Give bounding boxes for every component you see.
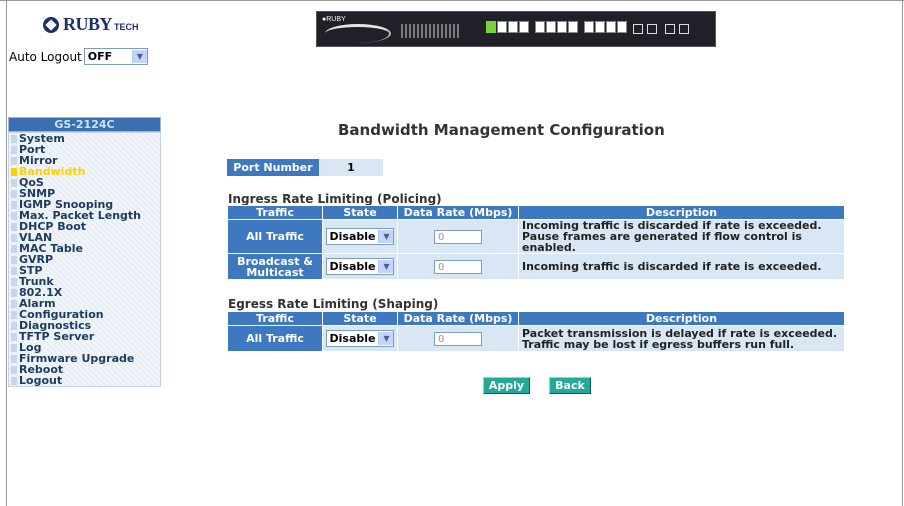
egress-table: Traffic State Data Rate (Mbps) Descripti… bbox=[227, 311, 845, 352]
sfp-port-2 bbox=[647, 24, 657, 34]
description-line: Packet transmission is delayed if rate i… bbox=[522, 326, 838, 340]
state-select[interactable]: Disable ▼ bbox=[325, 330, 395, 347]
state-select-value: Disable bbox=[329, 260, 376, 273]
header-traffic: Traffic bbox=[228, 312, 322, 325]
device-led-panel bbox=[401, 24, 461, 38]
logo-sub-text: TECH bbox=[114, 22, 139, 32]
device-swoosh bbox=[325, 24, 391, 43]
egress-section-title: Egress Rate Limiting (Shaping) bbox=[228, 297, 439, 311]
description-line: Traffic may be lost if egress buffers ru… bbox=[522, 337, 795, 351]
apply-button[interactable]: Apply bbox=[483, 377, 530, 394]
chevron-down-icon[interactable]: ▼ bbox=[378, 260, 394, 273]
port-group-2 bbox=[535, 21, 578, 33]
header-state: State bbox=[323, 312, 397, 325]
frame-top-border bbox=[0, 0, 904, 1]
frame-left-border bbox=[6, 0, 7, 506]
chevron-down-icon[interactable]: ▼ bbox=[378, 332, 394, 345]
sidebar-item-logout[interactable]: Logout bbox=[9, 375, 160, 386]
header-state: State bbox=[323, 206, 397, 219]
table-row: All Traffic Disable ▼ 0 Incoming traffic… bbox=[228, 220, 844, 253]
sidebar: GS-2124C System Port Mirror Bandwidth QoS SNM… bbox=[8, 117, 161, 387]
port-number-row: Port Number 1 bbox=[227, 159, 383, 176]
rate-cell: 0 bbox=[398, 220, 518, 253]
auto-logout-label: Auto Logout bbox=[9, 49, 82, 64]
chevron-down-icon[interactable]: ▼ bbox=[378, 230, 394, 243]
port-number-value: 1 bbox=[319, 159, 383, 176]
state-cell: Disable ▼ bbox=[323, 326, 397, 351]
state-select-value: Disable bbox=[329, 332, 376, 345]
rate-cell: 0 bbox=[398, 254, 518, 279]
switch-front-panel-image: ●RUBY bbox=[316, 11, 716, 47]
header-data-rate: Data Rate (Mbps) bbox=[398, 206, 518, 219]
sidebar-menu: System Port Mirror Bandwidth QoS SNMP IGMP Sno… bbox=[8, 132, 161, 387]
port-group-1 bbox=[497, 21, 529, 33]
auto-logout-value: OFF bbox=[87, 50, 113, 63]
header-data-rate: Data Rate (Mbps) bbox=[398, 312, 518, 325]
port-group-3 bbox=[584, 21, 627, 33]
logo-text: RUBY bbox=[63, 14, 113, 34]
traffic-cell: All Traffic bbox=[228, 220, 322, 253]
brand-logo: RUBY TECH bbox=[43, 14, 139, 35]
state-cell: Disable ▼ bbox=[323, 254, 397, 279]
state-select[interactable]: Disable ▼ bbox=[325, 228, 395, 245]
chevron-down-icon[interactable]: ▼ bbox=[131, 50, 147, 63]
page-title: Bandwidth Management Configuration bbox=[338, 121, 665, 139]
device-brand-mark: ●RUBY bbox=[322, 16, 346, 23]
sfp-port-3 bbox=[665, 24, 675, 34]
description-cell: Incoming traffic is discarded if rate is… bbox=[519, 254, 844, 279]
ingress-section-title: Ingress Rate Limiting (Policing) bbox=[228, 192, 442, 206]
state-select-value: Disable bbox=[329, 230, 376, 243]
rate-cell: 0 bbox=[398, 326, 518, 351]
table-header-row: Traffic State Data Rate (Mbps) Descripti… bbox=[228, 206, 844, 219]
header-description: Description bbox=[519, 312, 844, 325]
traffic-cell: Broadcast & Multicast bbox=[228, 254, 322, 279]
data-rate-input[interactable]: 0 bbox=[434, 229, 482, 244]
sidebar-title: GS-2124C bbox=[8, 117, 161, 132]
sfp-port-4 bbox=[679, 24, 689, 34]
description-cell: Packet transmission is delayed if rate i… bbox=[519, 326, 844, 351]
state-cell: Disable ▼ bbox=[323, 220, 397, 253]
header-description: Description bbox=[519, 206, 844, 219]
traffic-cell: All Traffic bbox=[228, 326, 322, 351]
back-button[interactable]: Back bbox=[549, 377, 591, 394]
traffic-line: Multicast bbox=[246, 265, 304, 279]
table-row: Broadcast & Multicast Disable ▼ 0 Incomi… bbox=[228, 254, 844, 279]
description-cell: Incoming traffic is discarded if rate is… bbox=[519, 220, 844, 253]
ruby-logo-icon bbox=[43, 16, 59, 33]
table-row: All Traffic Disable ▼ 0 Packet transmiss… bbox=[228, 326, 844, 351]
auto-logout: Auto Logout OFF ▼ bbox=[9, 48, 148, 65]
ingress-table: Traffic State Data Rate (Mbps) Descripti… bbox=[227, 205, 845, 280]
port-number-label: Port Number bbox=[227, 159, 319, 176]
state-select[interactable]: Disable ▼ bbox=[325, 258, 395, 275]
description-line: Pause frames are generated if flow contr… bbox=[522, 230, 802, 254]
data-rate-input[interactable]: 0 bbox=[434, 331, 482, 346]
data-rate-input[interactable]: 0 bbox=[434, 259, 482, 274]
header-traffic: Traffic bbox=[228, 206, 322, 219]
traffic-line: Broadcast & bbox=[237, 254, 313, 268]
table-header-row: Traffic State Data Rate (Mbps) Descripti… bbox=[228, 312, 844, 325]
frame-right-border bbox=[902, 0, 903, 506]
sfp-port-1 bbox=[633, 24, 643, 34]
auto-logout-select[interactable]: OFF ▼ bbox=[83, 48, 148, 65]
port-link-led bbox=[486, 21, 496, 33]
description-line: Incoming traffic is discarded if rate is… bbox=[522, 260, 822, 273]
